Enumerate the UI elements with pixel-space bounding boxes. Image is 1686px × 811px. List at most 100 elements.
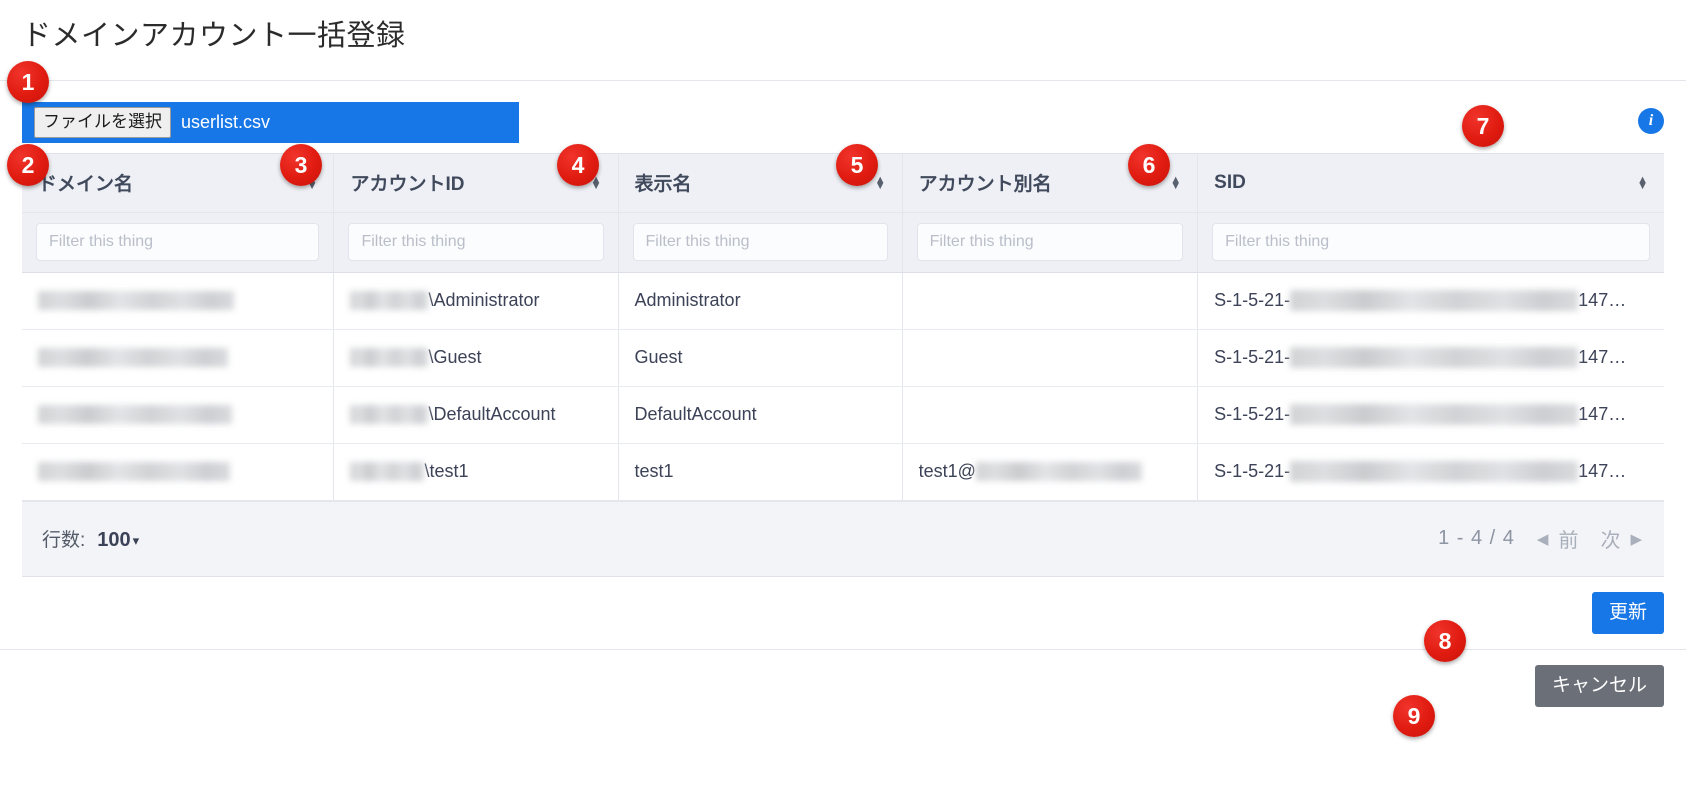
pagination-range: 1 - 4 / 4	[1438, 527, 1515, 549]
choose-file-button[interactable]: ファイルを選択	[34, 107, 171, 138]
pagination: 1 - 4 / 4 ◀ 前 次 ▶	[1438, 524, 1642, 553]
annotation-marker-7: 7	[1462, 105, 1504, 147]
chevron-left-icon: ◀	[1536, 530, 1549, 548]
filter-input-account-id[interactable]	[348, 223, 604, 261]
table-row[interactable]: \Administrator Administrator S-1-5-21- 14…	[22, 272, 1664, 330]
cell-sid: S-1-5-21- 147…	[1197, 386, 1664, 444]
info-icon[interactable]: i	[1638, 108, 1664, 134]
table-row[interactable]: \Guest Guest S-1-5-21- 147…	[22, 329, 1664, 387]
cell-alias	[902, 386, 1199, 444]
redacted-alias-domain	[975, 462, 1142, 481]
cell-account-id-text: \test1	[424, 461, 469, 481]
cell-domain	[22, 272, 335, 330]
filter-cell-domain	[22, 212, 335, 273]
cell-display-name: DefaultAccount	[618, 386, 903, 444]
cell-account-id-text: \Guest	[428, 347, 482, 367]
rows-per-page-group: 行数: 100 ▾	[42, 525, 139, 552]
accounts-table-container: ドメイン名 ▲▼ アカウントID ▲▼ 表示名 ▲▼	[22, 153, 1664, 577]
update-button[interactable]: 更新	[1591, 591, 1664, 634]
prev-page-label: 前	[1558, 530, 1579, 552]
sort-arrows-icon[interactable]: ▲▼	[875, 174, 886, 191]
prev-page-button[interactable]: ◀ 前	[1537, 524, 1579, 553]
selected-file-name: userlist.csv	[181, 112, 271, 132]
column-header-display-name-label: 表示名	[634, 174, 692, 196]
annotation-marker-8: 8	[1424, 620, 1466, 662]
annotation-marker-2: 2	[7, 144, 49, 186]
redacted-sid-body	[1290, 347, 1579, 368]
sort-arrows-icon[interactable]: ▲▼	[1170, 174, 1181, 191]
cell-sid: S-1-5-21- 147…	[1197, 443, 1664, 501]
redacted-domain-prefix	[350, 405, 429, 424]
cell-sid-suffix: 147…	[1578, 290, 1627, 310]
cell-display-name: Guest	[618, 329, 903, 387]
chevron-down-icon: ▾	[132, 532, 140, 548]
table-body: \Administrator Administrator S-1-5-21- 14…	[22, 272, 1664, 501]
annotation-marker-4: 4	[557, 144, 599, 186]
annotation-marker-1: 1	[7, 61, 49, 103]
redacted-sid-body	[1290, 290, 1579, 311]
column-header-alias-label: アカウント別名	[918, 174, 1052, 196]
filter-cell-sid	[1197, 212, 1664, 273]
redacted-domain	[38, 462, 230, 481]
cell-sid-prefix: S-1-5-21-	[1214, 404, 1291, 424]
cell-account-id: \test1	[333, 443, 619, 501]
page-title: ドメインアカウント一括登録	[0, 0, 1686, 81]
redacted-sid-body	[1290, 461, 1579, 482]
filter-input-sid[interactable]	[1212, 223, 1650, 261]
redacted-domain	[38, 291, 234, 310]
next-page-button[interactable]: 次 ▶	[1600, 524, 1642, 553]
rows-per-page-value: 100	[97, 529, 131, 551]
page-title-text: ドメインアカウント一括登録	[22, 20, 406, 52]
table-filter-row	[22, 212, 1664, 273]
annotation-marker-9: 9	[1393, 695, 1435, 737]
cell-sid-suffix: 147…	[1578, 461, 1627, 481]
cell-alias-text: test1@	[918, 461, 976, 481]
cell-domain	[22, 386, 335, 444]
cell-domain	[22, 329, 335, 387]
column-header-account-id-label: アカウントID	[350, 174, 465, 196]
cell-sid: S-1-5-21- 147…	[1197, 272, 1664, 330]
rows-per-page-label: 行数:	[42, 530, 86, 551]
cell-sid: S-1-5-21- 147…	[1197, 329, 1664, 387]
redacted-domain-prefix	[350, 291, 429, 310]
table-row[interactable]: \DefaultAccount DefaultAccount S-1-5-21-…	[22, 386, 1664, 444]
filter-cell-alias	[902, 212, 1199, 273]
annotation-marker-5: 5	[836, 144, 878, 186]
cell-sid-prefix: S-1-5-21-	[1214, 461, 1291, 481]
sort-arrows-icon[interactable]: ▲▼	[1637, 174, 1648, 191]
chevron-right-icon: ▶	[1630, 530, 1642, 548]
cell-account-id: \Guest	[333, 329, 619, 387]
cell-display-name: Administrator	[618, 272, 903, 330]
cell-sid-suffix: 147…	[1578, 404, 1627, 424]
cell-sid-suffix: 147…	[1578, 347, 1627, 367]
accounts-table: ドメイン名 ▲▼ アカウントID ▲▼ 表示名 ▲▼	[22, 154, 1664, 501]
file-upload-field[interactable]: ファイルを選択 userlist.csv	[22, 102, 519, 143]
cell-alias	[902, 272, 1199, 330]
redacted-domain	[38, 405, 232, 424]
cancel-button[interactable]: キャンセル	[1534, 664, 1664, 707]
rows-per-page-select[interactable]: 100 ▾	[97, 529, 139, 552]
filter-cell-account-id	[333, 212, 619, 273]
next-page-label: 次	[1600, 530, 1621, 552]
column-header-domain-label: ドメイン名	[38, 174, 134, 196]
cell-account-id: \Administrator	[333, 272, 619, 330]
file-picker-row: ファイルを選択 userlist.csv i	[0, 81, 1686, 153]
table-row[interactable]: \test1 test1 test1@ S-1-5-21- 147…	[22, 443, 1664, 501]
redacted-domain	[38, 348, 228, 367]
filter-cell-display-name	[618, 212, 903, 273]
filter-input-display-name[interactable]	[632, 223, 888, 261]
filter-input-alias[interactable]	[916, 223, 1184, 261]
column-header-sid[interactable]: SID ▲ ▼	[1197, 154, 1664, 213]
table-footer: 行数: 100 ▾ 1 - 4 / 4 ◀ 前 次 ▶	[22, 500, 1664, 576]
cell-account-id: \DefaultAccount	[333, 386, 619, 444]
cell-domain	[22, 443, 335, 501]
column-header-sid-label: SID	[1214, 171, 1246, 193]
cell-alias: test1@	[902, 443, 1199, 501]
redacted-sid-body	[1290, 404, 1579, 425]
cell-sid-prefix: S-1-5-21-	[1214, 290, 1291, 310]
cell-account-id-text: \DefaultAccount	[428, 404, 556, 424]
filter-input-domain[interactable]	[36, 223, 320, 261]
redacted-domain-prefix	[350, 462, 425, 481]
cell-sid-prefix: S-1-5-21-	[1214, 347, 1291, 367]
cell-account-id-text: \Administrator	[428, 290, 540, 310]
